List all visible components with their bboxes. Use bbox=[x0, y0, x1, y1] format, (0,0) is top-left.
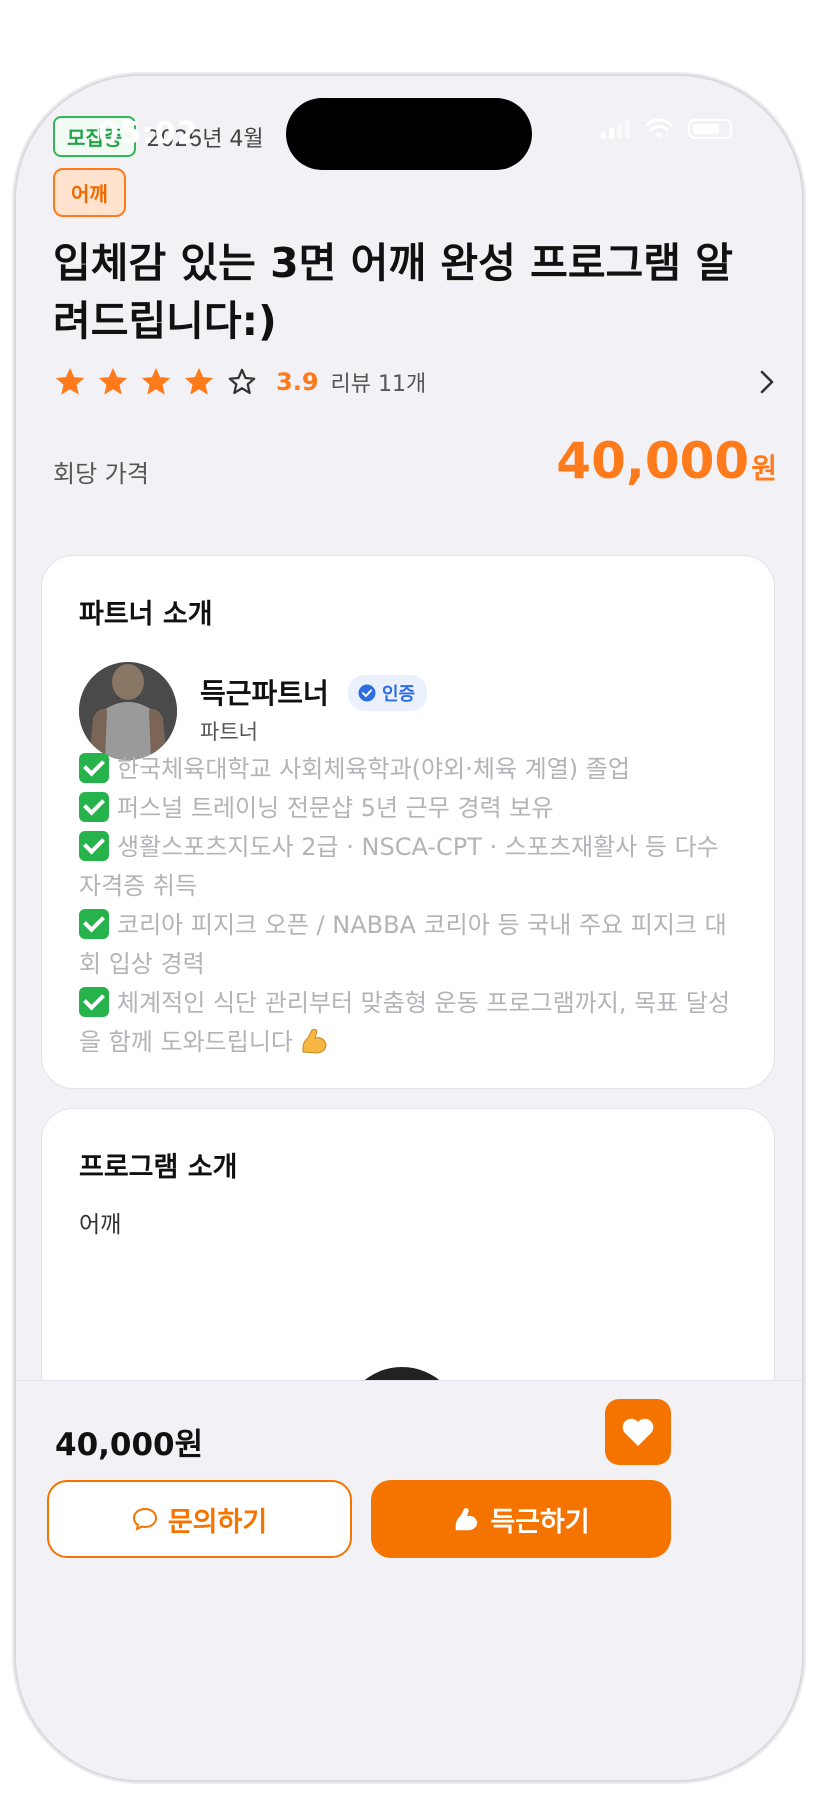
heart-icon bbox=[622, 1418, 654, 1446]
star-filled-icon bbox=[98, 367, 128, 395]
program-title: 입체감 있는 3면 어깨 완성 프로그램 알려드립니다:) bbox=[53, 239, 733, 345]
partner-card-title: 파트너 소개 bbox=[79, 599, 213, 630]
verified-badge: 인증 bbox=[348, 675, 428, 711]
price-amount: 40,000 bbox=[556, 432, 750, 490]
favorite-button[interactable] bbox=[605, 1399, 671, 1465]
price-label: 회당 가격 bbox=[53, 460, 149, 488]
intro-line: 퍼스널 트레이닝 전문샵 5년 근무 경력 보유 bbox=[79, 789, 743, 828]
intro-line: 한국체육대학교 사회체육학과(야외·체육 계열) 졸업 bbox=[79, 750, 743, 789]
program-card-title: 프로그램 소개 bbox=[79, 1152, 238, 1183]
partner-intro-card: 파트너 소개 득근파트너 인증 파트너 한국체육대학교 사회체육학과(야외·체육… bbox=[41, 555, 775, 1089]
rating-row[interactable]: 3.9 리뷰 11개 bbox=[53, 362, 777, 402]
phone-frame: 05:02 모집중 2026년 4월 어깨 입체감 있는 3면 어깨 완성 프로… bbox=[16, 76, 802, 1780]
flexed-arm-icon bbox=[455, 1508, 478, 1531]
price-unit: 원 bbox=[751, 452, 777, 485]
partner-intro-list: 한국체육대학교 사회체육학과(야외·체육 계열) 졸업 퍼스널 트레이닝 전문샵… bbox=[79, 750, 743, 1062]
intro-line: 체계적인 식단 관리부터 맞춤형 운동 프로그램까지, 목표 달성을 함께 도와… bbox=[79, 984, 743, 1062]
inquiry-button[interactable]: 문의하기 bbox=[47, 1480, 352, 1558]
partner-role: 파트너 bbox=[200, 720, 258, 744]
verified-label: 인증 bbox=[382, 684, 416, 705]
category-badge: 어깨 bbox=[53, 168, 126, 217]
intro-text: 체계적인 식단 관리부터 맞춤형 운동 프로그램까지, 목표 달성을 함께 도와… bbox=[79, 989, 731, 1056]
dynamic-island bbox=[286, 98, 532, 170]
cellular-signal-icon bbox=[601, 119, 630, 139]
intro-line: 생활스포츠지도사 2급 · NSCA-CPT · 스포츠재활사 등 다수 자격증… bbox=[79, 828, 743, 906]
chat-bubble-icon bbox=[132, 1507, 157, 1531]
chevron-right-icon[interactable] bbox=[757, 368, 777, 396]
program-subtitle: 어깨 bbox=[79, 1212, 122, 1238]
intro-text: 생활스포츠지도사 2급 · NSCA-CPT · 스포츠재활사 등 다수 자격증… bbox=[79, 833, 719, 900]
bottom-action-bar: 40,000원 문의하기 득근하기 bbox=[16, 1380, 802, 1780]
checkmark-icon bbox=[79, 909, 109, 939]
checkmark-icon bbox=[79, 831, 109, 861]
bottom-price: 40,000원 bbox=[55, 1427, 204, 1463]
join-button[interactable]: 득근하기 bbox=[371, 1480, 671, 1558]
star-empty-icon bbox=[228, 368, 256, 395]
status-time: 05:02 bbox=[98, 116, 199, 151]
avatar-image bbox=[79, 662, 177, 760]
intro-line: 코리아 피지크 오픈 / NABBA 코리아 등 국내 주요 피지크 대회 입상… bbox=[79, 906, 743, 984]
intro-text: 코리아 피지크 오픈 / NABBA 코리아 등 국내 주요 피지크 대회 입상… bbox=[79, 911, 727, 978]
verified-check-icon bbox=[358, 684, 376, 702]
join-button-label: 득근하기 bbox=[490, 1506, 590, 1538]
status-icons bbox=[601, 118, 732, 140]
avatar[interactable] bbox=[79, 662, 177, 760]
wifi-icon bbox=[645, 118, 673, 138]
star-filled-icon bbox=[55, 367, 85, 395]
intro-text: 한국체육대학교 사회체육학과(야외·체육 계열) 졸업 bbox=[117, 755, 630, 783]
rating-score: 3.9 bbox=[276, 368, 319, 396]
price-row: 회당 가격 40,000원 bbox=[53, 432, 777, 502]
partner-name: 득근파트너 bbox=[200, 677, 329, 710]
flexed-biceps-icon bbox=[302, 1028, 327, 1054]
star-filled-icon bbox=[184, 367, 214, 395]
battery-icon bbox=[688, 119, 732, 139]
intro-text: 퍼스널 트레이닝 전문샵 5년 근무 경력 보유 bbox=[117, 794, 554, 822]
checkmark-icon bbox=[79, 792, 109, 822]
review-count: 리뷰 11개 bbox=[330, 372, 427, 397]
checkmark-icon bbox=[79, 987, 109, 1017]
inquiry-button-label: 문의하기 bbox=[167, 1506, 268, 1538]
price-value: 40,000원 bbox=[556, 432, 777, 490]
star-filled-icon bbox=[141, 367, 171, 395]
checkmark-icon bbox=[79, 753, 109, 783]
